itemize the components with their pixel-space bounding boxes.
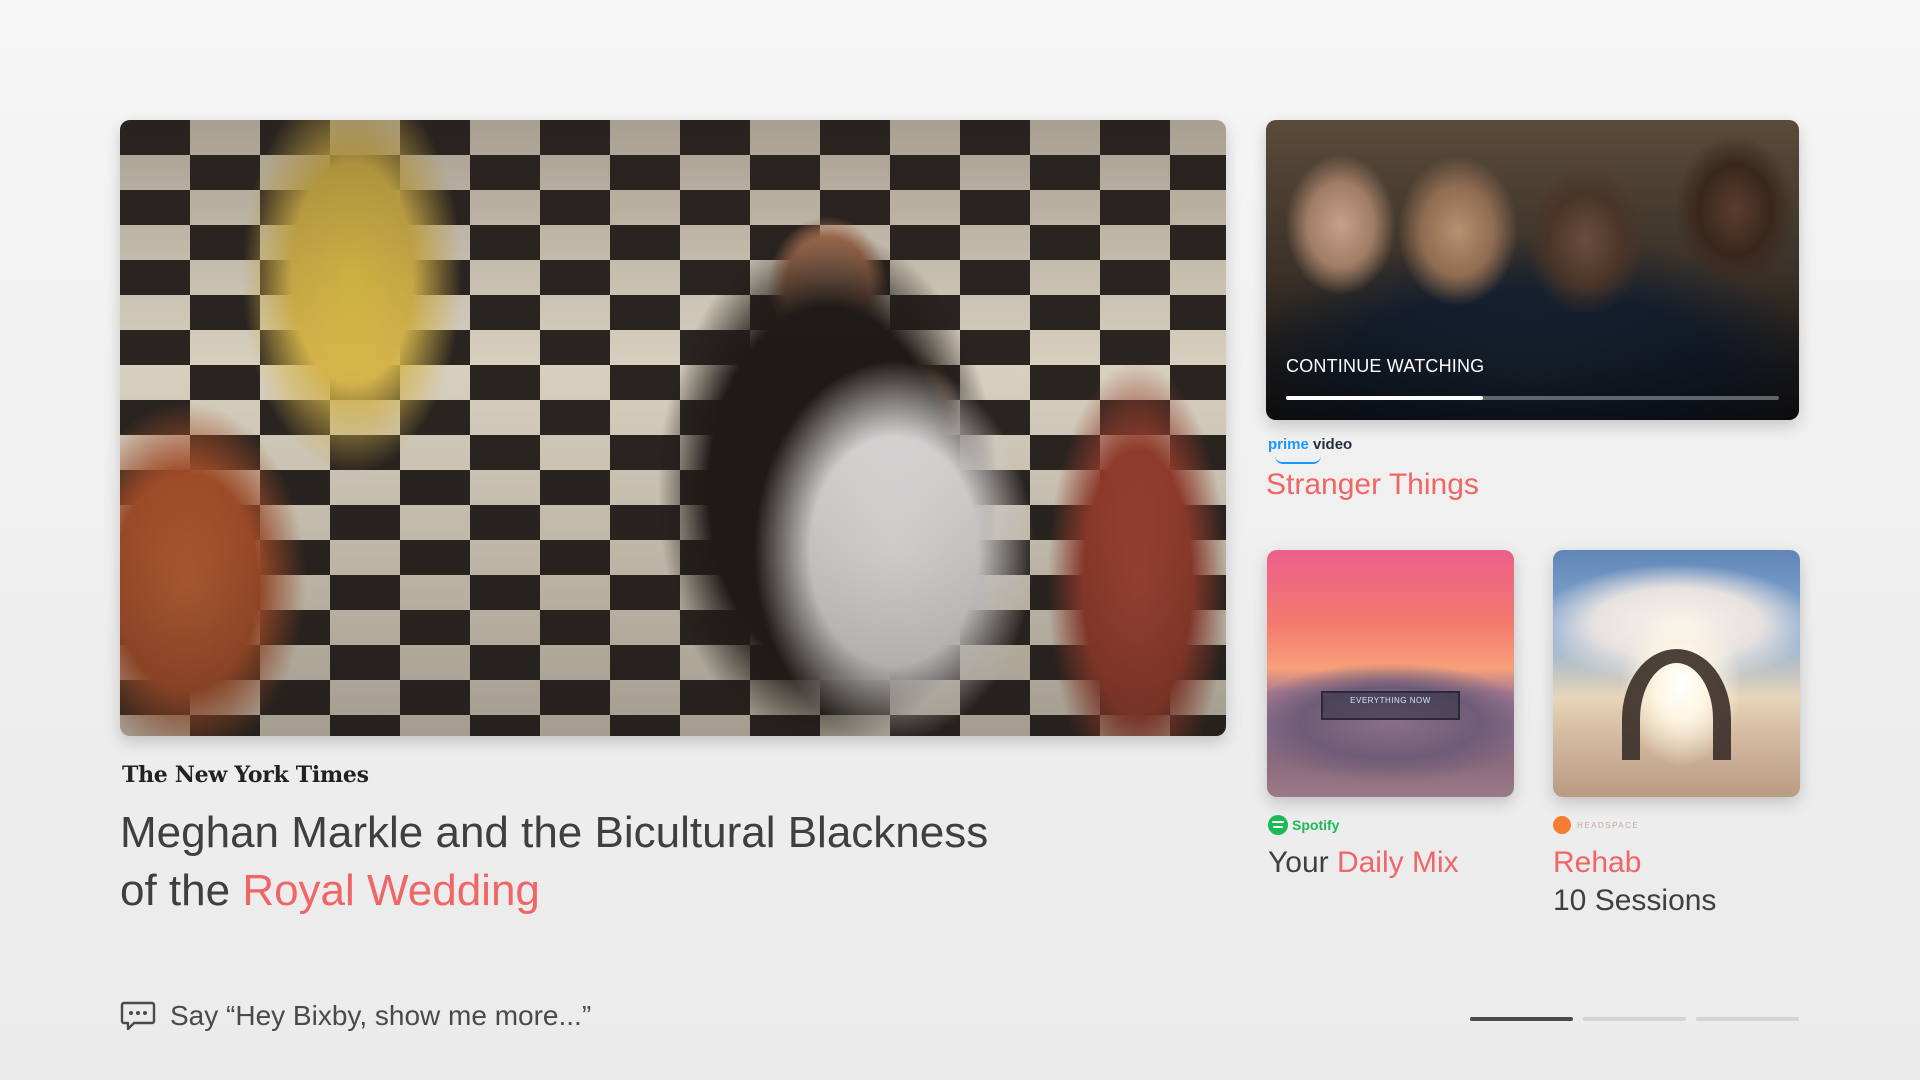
yoga-figure	[1622, 648, 1731, 760]
page-indicator-dot[interactable]	[1470, 1017, 1573, 1021]
headspace-logo: HEADSPACE	[1553, 816, 1639, 834]
billboard-text: EVERYTHING NOW	[1350, 695, 1431, 705]
daily-mix-prefix: Your	[1268, 846, 1337, 879]
daily-mix-accent: Daily Mix	[1336, 846, 1459, 879]
page-indicator	[1470, 1017, 1799, 1021]
page-indicator-dot[interactable]	[1696, 1017, 1799, 1021]
daily-mix-title[interactable]: Your Daily Mix	[1268, 846, 1459, 880]
show-title[interactable]: Stranger Things	[1266, 468, 1479, 502]
headline-line1: Meghan Markle and the Bicultural Blackne…	[120, 808, 989, 857]
continue-watching-label: CONTINUE WATCHING	[1286, 356, 1485, 376]
hero-article-image[interactable]	[120, 120, 1226, 736]
headline-line2-prefix: of the	[120, 866, 243, 915]
prime-video-logo-video: video	[1313, 436, 1353, 453]
billboard: EVERYTHING NOW	[1321, 690, 1460, 721]
prime-video-logo: prime video	[1268, 436, 1352, 453]
bixby-hint-text: Say “Hey Bixby, show me more...”	[170, 1000, 592, 1031]
headspace-wordmark: HEADSPACE	[1577, 820, 1640, 830]
spotify-daily-mix-artwork[interactable]: EVERYTHING NOW	[1267, 550, 1514, 797]
headspace-rehab-artwork[interactable]	[1553, 550, 1800, 797]
watch-progress-bar	[1286, 396, 1779, 400]
page-indicator-dot[interactable]	[1583, 1017, 1686, 1021]
chat-bubble-icon	[120, 1001, 156, 1031]
prime-video-logo-prime: prime	[1268, 436, 1309, 453]
headspace-dot-icon	[1553, 816, 1571, 834]
continue-watching-card[interactable]: CONTINUE WATCHING	[1266, 120, 1799, 420]
spotify-logo-icon	[1268, 815, 1288, 835]
bixby-hint[interactable]: Say “Hey Bixby, show me more...”	[120, 1000, 591, 1032]
watch-progress-fill	[1286, 396, 1484, 400]
rehab-sessions-count: 10 Sessions	[1553, 884, 1717, 917]
rehab-title[interactable]: Rehab	[1553, 846, 1641, 880]
nyt-logo: The New York Times	[122, 762, 369, 788]
hero-headline[interactable]: Meghan Markle and the Bicultural Blackne…	[120, 804, 1100, 920]
prime-smile-icon	[1275, 456, 1321, 464]
headline-line2-accent: Royal Wedding	[242, 866, 540, 915]
spotify-logo: Spotify	[1268, 815, 1339, 835]
spotify-wordmark: Spotify	[1292, 817, 1340, 833]
